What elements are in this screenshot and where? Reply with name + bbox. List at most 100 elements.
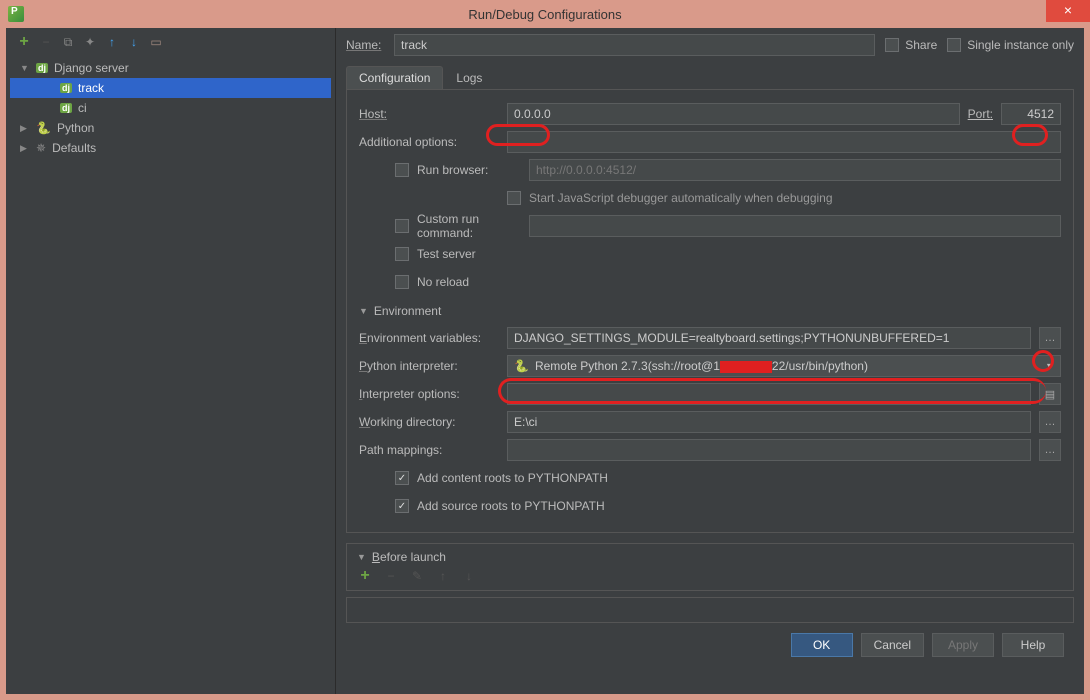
expand-icon: ▶ — [20, 123, 30, 134]
custom-cmd-input[interactable] — [529, 215, 1061, 237]
before-launch-header[interactable]: ▼ Before launch — [357, 550, 1063, 564]
before-launch-section: ▼ Before launch + − ✎ ↑ ↓ — [346, 543, 1074, 591]
help-button[interactable]: Help — [1002, 633, 1064, 657]
app-icon — [8, 6, 24, 22]
python-icon: 🐍 — [36, 121, 51, 135]
name-label: Name: — [346, 38, 384, 52]
bl-add-icon[interactable]: + — [357, 568, 373, 584]
settings-icon[interactable]: ✦ — [82, 34, 98, 50]
expand-icon: ▼ — [20, 63, 30, 73]
add-config-icon[interactable]: + — [16, 34, 32, 50]
path-mappings-input[interactable] — [507, 439, 1031, 461]
dropdown-icon: ▼ — [1045, 361, 1054, 371]
share-checkbox-row[interactable]: Share — [885, 38, 937, 52]
add-source-label: Add source roots to PYTHONPATH — [417, 499, 605, 513]
test-server-checkbox[interactable] — [395, 247, 409, 261]
add-source-checkbox[interactable] — [395, 499, 409, 513]
window-title: Run/Debug Configurations — [468, 7, 621, 22]
tree-label: ci — [78, 101, 87, 115]
port-input[interactable] — [1001, 103, 1061, 125]
interpreter-value: Remote Python 2.7.3(ssh://root@122/usr/b… — [535, 359, 868, 373]
env-vars-input[interactable] — [507, 327, 1031, 349]
workdir-input[interactable] — [507, 411, 1031, 433]
interpreter-label: Python interpreter: — [359, 359, 499, 373]
folder-icon[interactable]: ▭ — [148, 34, 164, 50]
port-label: Port: — [968, 107, 993, 121]
python-icon: 🐍 — [514, 359, 529, 373]
django-icon: dj — [60, 103, 72, 113]
environment-label: Environment — [374, 304, 441, 318]
close-button[interactable]: × — [1046, 0, 1090, 22]
interpreter-combo[interactable]: 🐍 Remote Python 2.7.3(ssh://root@122/usr… — [507, 355, 1061, 377]
apply-button[interactable]: Apply — [932, 633, 994, 657]
interp-opts-expand-button[interactable]: ▤ — [1039, 383, 1061, 405]
dialog-body: + − ⧉ ✦ ↑ ↓ ▭ ▼ dj Django server dj trac… — [6, 28, 1084, 694]
run-browser-label: Run browser: — [417, 163, 521, 177]
tab-configuration[interactable]: Configuration — [346, 66, 443, 89]
django-icon: dj — [36, 63, 48, 73]
bl-edit-icon[interactable]: ✎ — [409, 568, 425, 584]
tree-python[interactable]: ▶ 🐍 Python — [10, 118, 331, 138]
titlebar: Run/Debug Configurations × — [0, 0, 1090, 28]
tree-item-track[interactable]: dj track — [10, 78, 331, 98]
single-instance-checkbox[interactable] — [947, 38, 961, 52]
tabs: Configuration Logs — [346, 66, 1074, 90]
additional-options-input[interactable] — [507, 131, 1061, 153]
remove-config-icon[interactable]: − — [38, 34, 54, 50]
add-content-label: Add content roots to PYTHONPATH — [417, 471, 608, 485]
single-instance-row[interactable]: Single instance only — [947, 38, 1074, 52]
host-label: Host: — [359, 107, 499, 121]
no-reload-label: No reload — [417, 275, 469, 289]
config-tree: ▼ dj Django server dj track dj ci ▶ 🐍 Py… — [10, 58, 331, 158]
cancel-button[interactable]: Cancel — [861, 633, 924, 657]
no-reload-checkbox[interactable] — [395, 275, 409, 289]
gear-icon: ✵ — [36, 141, 46, 155]
config-form: Host: Port: Additional options: Run brow… — [346, 90, 1074, 533]
additional-options-label: Additional options: — [359, 135, 499, 149]
test-server-label: Test server — [417, 247, 476, 261]
run-browser-checkbox[interactable] — [395, 163, 409, 177]
env-vars-label: EEnvironment variables:nvironment variab… — [359, 331, 499, 345]
environment-header[interactable]: ▼ Environment — [359, 304, 1061, 318]
tree-item-ci[interactable]: dj ci — [10, 98, 331, 118]
config-tree-sidebar: + − ⧉ ✦ ↑ ↓ ▭ ▼ dj Django server dj trac… — [6, 28, 336, 694]
tree-label: Defaults — [52, 141, 96, 155]
share-label: Share — [905, 38, 937, 52]
main-pane: Name: Share Single instance only Configu… — [336, 28, 1084, 694]
host-input[interactable] — [507, 103, 960, 125]
name-row: Name: Share Single instance only — [346, 34, 1074, 56]
django-icon: dj — [60, 83, 72, 93]
tree-label: track — [78, 81, 104, 95]
interp-opts-label: Interpreter options: — [359, 387, 499, 401]
tree-label: Python — [57, 121, 94, 135]
tree-defaults[interactable]: ▶ ✵ Defaults — [10, 138, 331, 158]
run-browser-input[interactable] — [529, 159, 1061, 181]
bl-down-icon[interactable]: ↓ — [461, 568, 477, 584]
bl-up-icon[interactable]: ↑ — [435, 568, 451, 584]
workdir-browse-button[interactable]: … — [1039, 411, 1061, 433]
move-down-icon[interactable]: ↓ — [126, 34, 142, 50]
env-vars-browse-button[interactable]: … — [1039, 327, 1061, 349]
name-input[interactable] — [394, 34, 875, 56]
path-mappings-label: Path mappings: — [359, 443, 499, 457]
interp-opts-input[interactable] — [507, 383, 1031, 405]
collapse-icon: ▼ — [359, 306, 368, 316]
custom-cmd-label: Custom run command: — [417, 212, 521, 240]
before-launch-list[interactable] — [346, 597, 1074, 623]
expand-icon: ▶ — [20, 143, 30, 154]
ok-button[interactable]: OK — [791, 633, 853, 657]
tab-logs[interactable]: Logs — [443, 66, 495, 89]
copy-config-icon[interactable]: ⧉ — [60, 34, 76, 50]
custom-cmd-checkbox[interactable] — [395, 219, 409, 233]
dialog-buttons: OK Cancel Apply Help — [346, 623, 1074, 663]
start-js-label: Start JavaScript debugger automatically … — [529, 191, 833, 205]
path-mappings-browse-button[interactable]: … — [1039, 439, 1061, 461]
move-up-icon[interactable]: ↑ — [104, 34, 120, 50]
tree-django-server[interactable]: ▼ dj Django server — [10, 58, 331, 78]
bl-remove-icon[interactable]: − — [383, 568, 399, 584]
collapse-icon: ▼ — [357, 552, 366, 562]
share-checkbox[interactable] — [885, 38, 899, 52]
add-content-checkbox[interactable] — [395, 471, 409, 485]
start-js-checkbox[interactable] — [507, 191, 521, 205]
single-instance-label: Single instance only — [967, 38, 1074, 52]
